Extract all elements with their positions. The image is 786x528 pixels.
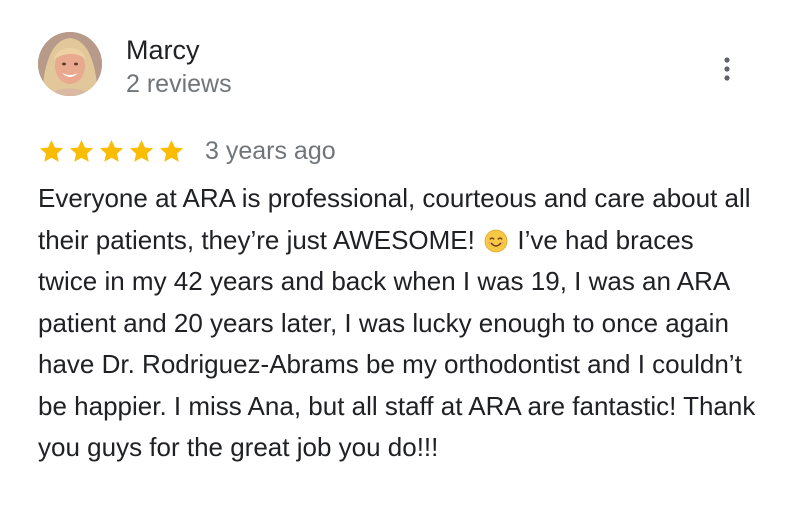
star-icon [159, 139, 184, 162]
star-icon [39, 139, 64, 162]
avatar-photo [38, 32, 102, 96]
more-options-button[interactable] [712, 54, 742, 84]
review-card: Marcy 2 reviews 3 years ago Everyone at … [0, 0, 786, 528]
star-icon [99, 139, 124, 162]
star-icon [129, 139, 154, 162]
smiling-face-emoji-icon [484, 229, 508, 252]
more-vert-icon [724, 57, 730, 81]
star-rating [38, 138, 188, 165]
author-name[interactable]: Marcy [126, 34, 200, 66]
avatar[interactable] [38, 32, 102, 96]
review-text-part-2: I’ve had braces twice in my 42 years and… [38, 224, 756, 463]
review-count[interactable]: 2 reviews [126, 69, 232, 99]
star-icon [69, 139, 94, 162]
rating-row: 3 years ago [38, 136, 336, 166]
review-text: Everyone at ARA is professional, courteo… [38, 178, 758, 469]
review-date: 3 years ago [205, 137, 336, 165]
